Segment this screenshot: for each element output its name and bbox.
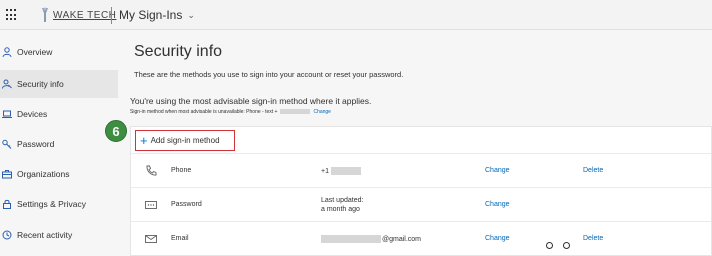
sidebar-item-label: Recent activity bbox=[17, 230, 73, 240]
pagination-dots bbox=[546, 242, 580, 249]
method-value: +1 bbox=[321, 167, 361, 175]
change-phone-link[interactable]: Change bbox=[485, 167, 510, 174]
key-person-icon bbox=[2, 79, 12, 89]
sidebar-item-label: Devices bbox=[17, 109, 48, 119]
change-email-link[interactable]: Change bbox=[485, 235, 510, 242]
app-title: My Sign-Ins bbox=[119, 8, 183, 22]
page-subtitle: These are the methods you use to sign in… bbox=[134, 70, 404, 79]
last-updated-value: a month ago bbox=[321, 206, 360, 213]
sidebar-item-label: Security info bbox=[17, 79, 64, 89]
add-sign-in-method-button[interactable]: + Add sign-in method bbox=[135, 130, 235, 151]
chevron-down-icon: ⌄ bbox=[187, 9, 195, 20]
delete-email-link[interactable]: Delete bbox=[583, 235, 603, 242]
method-name: Email bbox=[171, 235, 189, 242]
delete-phone-link[interactable]: Delete bbox=[583, 167, 603, 174]
top-bar: WAKE TECH My Sign-Ins ⌄ bbox=[0, 0, 712, 30]
method-value-text: @gmail.com bbox=[382, 235, 422, 243]
sidebar-item-label: Overview bbox=[17, 47, 53, 57]
add-method-label: Add sign-in method bbox=[150, 136, 220, 145]
method-value: Last updated: a month ago bbox=[321, 196, 363, 214]
header-divider bbox=[111, 7, 112, 24]
laptop-icon bbox=[2, 109, 12, 119]
app-launcher-icon[interactable] bbox=[6, 9, 18, 21]
advisable-method-text: You're using the most advisable sign-in … bbox=[130, 96, 372, 106]
sidebar-item-label: Organizations bbox=[17, 169, 70, 179]
pagination-dot[interactable] bbox=[546, 242, 553, 249]
person-icon bbox=[2, 47, 12, 57]
sidebar-item-recent-activity[interactable]: Recent activity bbox=[0, 221, 118, 249]
last-updated-label: Last updated: bbox=[321, 197, 364, 204]
method-name: Phone bbox=[171, 167, 192, 174]
redacted-value bbox=[321, 235, 381, 243]
sidebar-item-label: Password bbox=[17, 139, 55, 149]
sidebar-item-devices[interactable]: Devices bbox=[0, 100, 118, 128]
methods-card: + Add sign-in method Phone +1 Change Del… bbox=[130, 126, 712, 256]
change-password-link[interactable]: Change bbox=[485, 201, 510, 208]
plus-icon: + bbox=[140, 133, 148, 148]
sidebar-item-label: Settings & Privacy bbox=[17, 199, 86, 209]
page-title: Security info bbox=[134, 43, 223, 60]
method-row-password: Password Last updated: a month ago Change bbox=[131, 187, 711, 221]
organization-logo[interactable]: WAKE TECH bbox=[40, 7, 116, 23]
fallback-method-label: Sign-in method when most advisable is un… bbox=[130, 109, 278, 115]
logo-text: WAKE TECH bbox=[53, 9, 117, 21]
redacted-value bbox=[330, 167, 361, 175]
phone-icon bbox=[145, 165, 157, 177]
sidebar-item-overview[interactable]: Overview bbox=[0, 38, 118, 66]
briefcase-icon bbox=[2, 169, 12, 179]
password-icon bbox=[145, 199, 157, 211]
method-row-email: Email @gmail.com Change Delete bbox=[131, 221, 711, 255]
torch-icon bbox=[40, 7, 50, 23]
main-content: Security info These are the methods you … bbox=[120, 30, 712, 256]
key-icon bbox=[2, 139, 12, 149]
method-value-text: +1 bbox=[321, 167, 329, 175]
mail-icon bbox=[145, 233, 157, 245]
redacted-phone bbox=[280, 109, 311, 115]
sidebar-item-settings-privacy[interactable]: Settings & Privacy bbox=[0, 190, 118, 218]
sidebar-item-organizations[interactable]: Organizations bbox=[0, 160, 118, 188]
step-number-badge: 6 bbox=[105, 120, 127, 142]
sidebar-item-security-info[interactable]: Security info bbox=[0, 70, 118, 98]
method-value: @gmail.com bbox=[321, 235, 421, 243]
method-name: Password bbox=[171, 201, 202, 208]
lock-icon bbox=[2, 199, 12, 209]
sidebar-item-password[interactable]: Password bbox=[0, 130, 118, 158]
method-row-phone: Phone +1 Change Delete bbox=[131, 153, 711, 187]
history-icon bbox=[2, 230, 12, 240]
pagination-dot[interactable] bbox=[563, 242, 570, 249]
fallback-method-text: Sign-in method when most advisable is un… bbox=[130, 109, 331, 115]
change-default-method-link[interactable]: Change bbox=[313, 109, 331, 115]
app-title-dropdown[interactable]: My Sign-Ins ⌄ bbox=[119, 8, 195, 22]
